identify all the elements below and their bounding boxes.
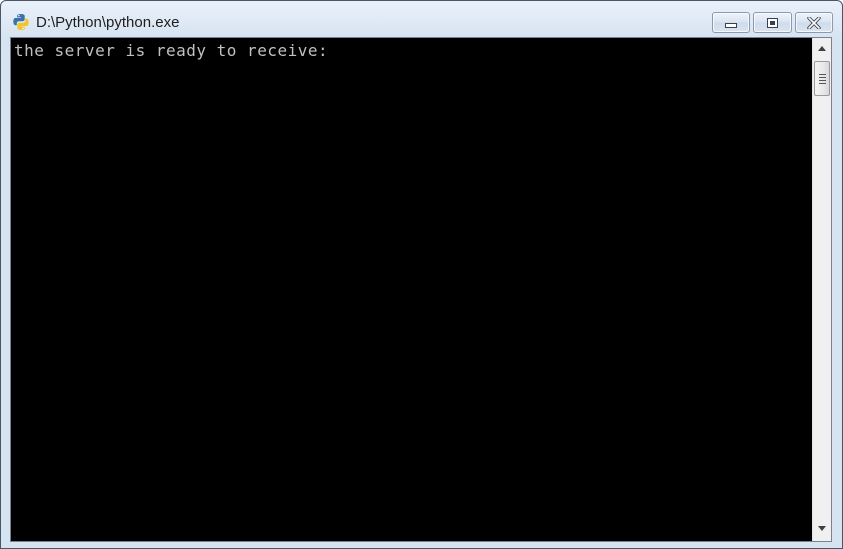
arrow-down-icon[interactable] — [818, 526, 826, 531]
python-icon[interactable] — [12, 13, 30, 31]
title-bar[interactable]: D:\Python\python.exe — [1, 1, 842, 37]
console-output[interactable]: the server is ready to receive: — [11, 38, 812, 541]
window-title: D:\Python\python.exe — [36, 14, 180, 31]
minimize-button[interactable] — [712, 12, 750, 33]
console-window: D:\Python\python.exe the server is ready… — [0, 0, 843, 549]
maximize-icon — [767, 17, 778, 28]
client-area: the server is ready to receive: — [10, 37, 832, 542]
grip-line — [819, 74, 826, 75]
console-line: the server is ready to receive: — [14, 41, 329, 60]
scrollbar-thumb[interactable] — [814, 61, 830, 96]
grip-line — [819, 77, 826, 78]
close-icon — [807, 16, 821, 29]
close-button[interactable] — [795, 12, 833, 33]
arrow-up-icon[interactable] — [818, 46, 826, 51]
grip-line — [819, 80, 826, 81]
vertical-scrollbar[interactable] — [812, 38, 831, 541]
grip-line — [819, 83, 826, 84]
minimize-icon — [725, 23, 737, 28]
maximize-button[interactable] — [753, 12, 792, 33]
